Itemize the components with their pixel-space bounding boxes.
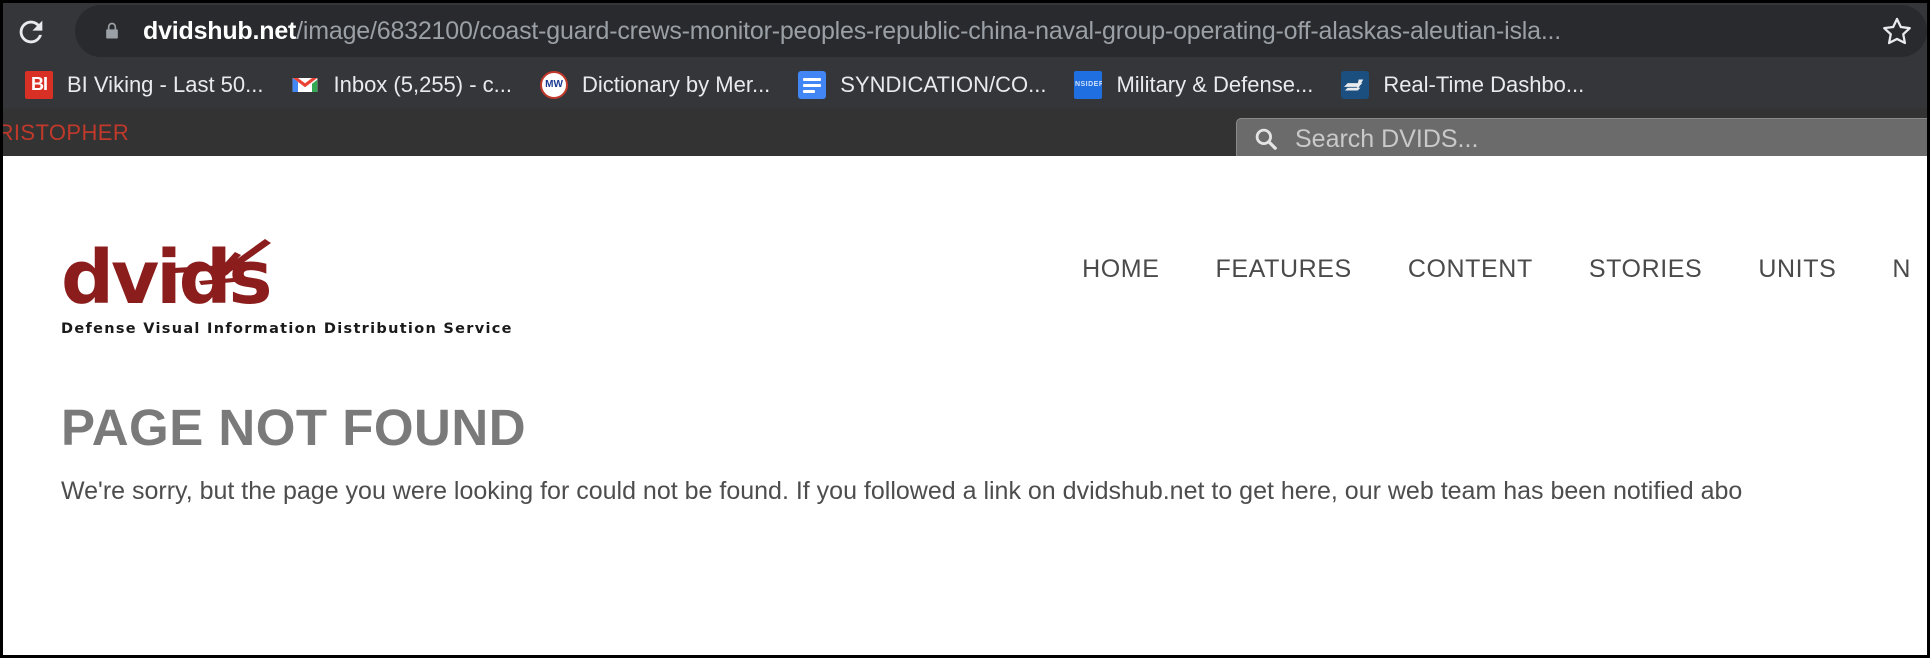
url-host: dvidshub.net: [143, 16, 297, 45]
dvids-tagline: Defense Visual Information Distribution …: [61, 321, 513, 337]
bookmarks-bar: BI BI Viking - Last 50... Inbox (5,255) …: [3, 61, 1927, 108]
error-message: We're sorry, but the page you were looki…: [61, 476, 1743, 505]
reload-icon: [19, 20, 43, 44]
dvids-wordmark-text: dvids: [61, 235, 273, 321]
nav-item-home[interactable]: HOME: [1054, 255, 1187, 284]
bookmark-realtime-dashboard[interactable]: Real-Time Dashbo...: [1327, 65, 1598, 105]
browser-toolbar: dvidshub.net/image/6832100/coast-guard-c…: [3, 3, 1927, 61]
nav-item-features[interactable]: FEATURES: [1188, 255, 1380, 284]
logged-in-user[interactable]: CHRISTOPHER: [3, 120, 129, 146]
error-block: PAGE NOT FOUND We're sorry, but the page…: [61, 399, 1927, 508]
url-path: /image/6832100/coast-guard-crews-monitor…: [296, 16, 1562, 45]
google-docs-favicon: [798, 70, 827, 99]
bookmark-label: SYNDICATION/CO...: [840, 71, 1047, 97]
site-search-box[interactable]: Search DVIDS...: [1236, 118, 1927, 156]
bookmark-label: Inbox (5,255) - c...: [333, 71, 513, 97]
merriam-webster-favicon: MW: [540, 70, 569, 99]
nav-item-content[interactable]: CONTENT: [1380, 255, 1561, 284]
dashboard-favicon: [1341, 70, 1370, 99]
nav-item-stories[interactable]: STORIES: [1561, 255, 1731, 284]
main-navigation: HOME FEATURES CONTENT STORIES UNITS N: [1054, 255, 1927, 284]
address-bar[interactable]: dvidshub.net/image/6832100/coast-guard-c…: [75, 5, 1927, 57]
bookmark-label: Real-Time Dashbo...: [1383, 71, 1585, 97]
site-top-bar: CHRISTOPHER Search DVIDS...: [3, 108, 1927, 156]
airplane-icon: [173, 239, 271, 285]
browser-window: dvidshub.net/image/6832100/coast-guard-c…: [0, 0, 1930, 658]
gmail-favicon: [291, 71, 319, 99]
nav-item-next[interactable]: N: [1864, 255, 1927, 284]
nav-item-units[interactable]: UNITS: [1730, 255, 1864, 284]
url-text: dvidshub.net/image/6832100/coast-guard-c…: [143, 17, 1927, 46]
page-title: PAGE NOT FOUND: [61, 399, 527, 456]
bookmark-dictionary[interactable]: MW Dictionary by Mer...: [526, 65, 784, 105]
bookmark-label: Military & Defense...: [1116, 71, 1314, 97]
search-icon: [1253, 126, 1279, 152]
insider-favicon: INSIDER: [1074, 70, 1103, 99]
site-search-placeholder: Search DVIDS...: [1295, 124, 1479, 153]
bookmark-syndication[interactable]: SYNDICATION/CO...: [784, 65, 1060, 105]
bookmark-military-defense[interactable]: INSIDER Military & Defense...: [1060, 65, 1327, 105]
reload-button[interactable]: [3, 4, 59, 60]
page-content: dvids Defense Visual Information Distrib…: [3, 156, 1927, 655]
bookmark-bi-viking[interactable]: BI BI Viking - Last 50...: [11, 65, 277, 105]
bookmark-label: Dictionary by Mer...: [582, 71, 771, 97]
dvids-wordmark: dvids: [61, 239, 581, 317]
bookmark-label: BI Viking - Last 50...: [67, 71, 264, 97]
bookmark-star-icon[interactable]: [1875, 9, 1919, 53]
bookmark-gmail-inbox[interactable]: Inbox (5,255) - c...: [277, 65, 526, 105]
bi-favicon: BI: [25, 70, 53, 99]
dvids-logo[interactable]: dvids Defense Visual Information Distrib…: [61, 239, 581, 337]
site-header: dvids Defense Visual Information Distrib…: [3, 156, 1927, 374]
lock-icon: [101, 18, 123, 44]
